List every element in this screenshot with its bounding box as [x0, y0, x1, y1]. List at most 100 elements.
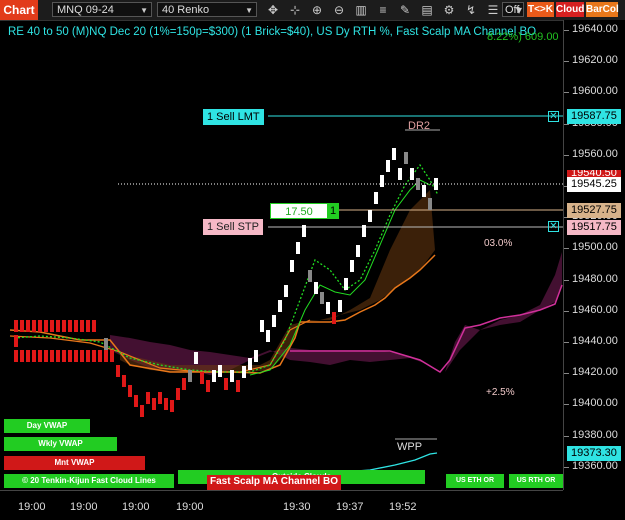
chevron-down-icon[interactable]: ▾: [513, 2, 525, 18]
y-tick-label: 19480.00: [572, 272, 618, 285]
close-icon[interactable]: ✕: [548, 221, 559, 232]
y-tick-label: 19560.00: [572, 147, 618, 160]
time-axis[interactable]: 19:00 19:00 19:00 19:00 19:30 19:37 19:5…: [0, 490, 563, 520]
down-brick: [32, 320, 36, 332]
y-tick-label: 19380.00: [572, 428, 618, 441]
chart-tab[interactable]: Chart: [0, 0, 38, 20]
fast-scalp-button[interactable]: Fast Scalp MA Channel BO: [207, 475, 341, 490]
y-tickmark: [564, 310, 569, 312]
down-brick: [68, 320, 72, 332]
down-brick: [110, 350, 114, 362]
us-rth-or-button[interactable]: US RTH OR: [509, 474, 563, 488]
current-price-tag: 19545.25: [567, 177, 621, 192]
y-tickmark: [564, 435, 569, 437]
down-brick: [164, 398, 168, 410]
up-brick: [392, 148, 396, 160]
down-brick: [98, 350, 102, 362]
down-brick: [38, 350, 42, 362]
indicators-icon[interactable]: ↯: [462, 2, 480, 18]
day-vwap-button[interactable]: Day VWAP: [4, 419, 90, 433]
down-brick: [140, 405, 144, 417]
y-tick-label: 19500.00: [572, 241, 618, 254]
x-tick: 19:30: [283, 501, 311, 513]
down-brick: [74, 350, 78, 362]
dr2-label: DR2: [408, 120, 431, 132]
down-brick: [176, 388, 180, 400]
y-tick-label: 19640.00: [572, 23, 618, 35]
close-icon[interactable]: ✕: [548, 111, 559, 122]
y-tick-label: 19600.00: [572, 85, 618, 98]
y-tickmark: [564, 373, 569, 375]
tenkan-kijun-button[interactable]: © 20 Tenkin-Kijun Fast Cloud Lines: [4, 474, 174, 488]
period-selector[interactable]: 40 Renko ▼: [157, 2, 257, 17]
down-brick: [20, 320, 24, 332]
zoom-out-icon[interactable]: ⊖: [330, 2, 348, 18]
neutral-brick: [308, 270, 312, 282]
up-brick: [356, 245, 360, 257]
sell-lmt-order[interactable]: 1 Sell LMT: [203, 109, 264, 125]
y-tickmark: [564, 279, 569, 281]
position-qty[interactable]: 1: [327, 203, 339, 219]
chart-type-icon[interactable]: ≡: [374, 2, 392, 18]
up-brick: [368, 210, 372, 222]
up-brick: [212, 370, 216, 382]
neutral-brick: [188, 370, 192, 382]
neutral-brick: [320, 292, 324, 304]
mnt-vwap-button[interactable]: Mnt VWAP: [4, 456, 145, 470]
x-tick: 19:37: [336, 501, 364, 513]
y-tickmark: [564, 466, 569, 468]
renko-bricks: [14, 148, 438, 417]
sell-stp-order[interactable]: 1 Sell STP: [203, 219, 263, 235]
chevron-down-icon: ▼: [140, 6, 148, 15]
up-brick: [350, 260, 354, 272]
down-brick: [80, 320, 84, 332]
cloud-button[interactable]: Cloud: [556, 2, 584, 17]
down-brick: [26, 320, 30, 332]
us-eth-or-button[interactable]: US ETH OR: [446, 474, 504, 488]
zoom-in-icon[interactable]: ⊕: [308, 2, 326, 18]
template-icon[interactable]: ▤: [418, 2, 436, 18]
up-brick: [434, 178, 438, 190]
y-tickmark: [564, 342, 569, 343]
up-brick: [338, 300, 342, 312]
price-axis[interactable]: 19640.0019620.0019600.0019580.0019560.00…: [563, 20, 625, 490]
neutral-brick: [416, 178, 420, 190]
position-value[interactable]: 17.50: [270, 203, 328, 219]
instrument-selector[interactable]: MNQ 09-24 ▼: [52, 2, 152, 17]
neutral-brick: [428, 198, 432, 210]
down-brick: [86, 320, 90, 332]
y-tick-label: 19460.00: [572, 303, 618, 316]
up-brick: [362, 225, 366, 237]
strategy-icon[interactable]: ☰: [484, 2, 502, 18]
tk-button[interactable]: T<>K: [527, 2, 554, 17]
down-brick: [116, 365, 120, 377]
cursor-icon[interactable]: ✥: [264, 2, 282, 18]
period-value: 40 Renko: [162, 4, 210, 16]
down-brick: [14, 320, 18, 332]
bars-icon[interactable]: ▥: [352, 2, 370, 18]
up-brick: [242, 366, 246, 378]
draw-icon[interactable]: ✎: [396, 2, 414, 18]
down-brick: [20, 350, 24, 362]
wkly-vwap-button[interactable]: Wkly VWAP: [4, 437, 117, 451]
down-brick: [122, 375, 126, 387]
down-brick: [332, 312, 336, 324]
up-brick: [410, 168, 414, 180]
up-brick: [266, 330, 270, 342]
barcol-button[interactable]: BarCol: [586, 2, 619, 17]
down-brick: [68, 350, 72, 362]
down-brick: [92, 320, 96, 332]
up-brick: [194, 352, 198, 364]
down-brick: [44, 350, 48, 362]
crosshair-icon[interactable]: ⊹: [286, 2, 304, 18]
x-tick: 19:52: [389, 501, 417, 513]
down-brick: [224, 378, 228, 390]
properties-icon[interactable]: ⚙: [440, 2, 458, 18]
tenkan-kijun-label: Tenkin-Kijun Fast Cloud Lines: [41, 476, 156, 485]
percent-bottom-label: +2.5%: [486, 387, 515, 398]
y-tickmark: [564, 248, 569, 250]
down-brick: [206, 380, 210, 392]
instrument-value: MNQ 09-24: [57, 4, 114, 16]
down-brick: [152, 398, 156, 410]
up-brick: [380, 175, 384, 187]
